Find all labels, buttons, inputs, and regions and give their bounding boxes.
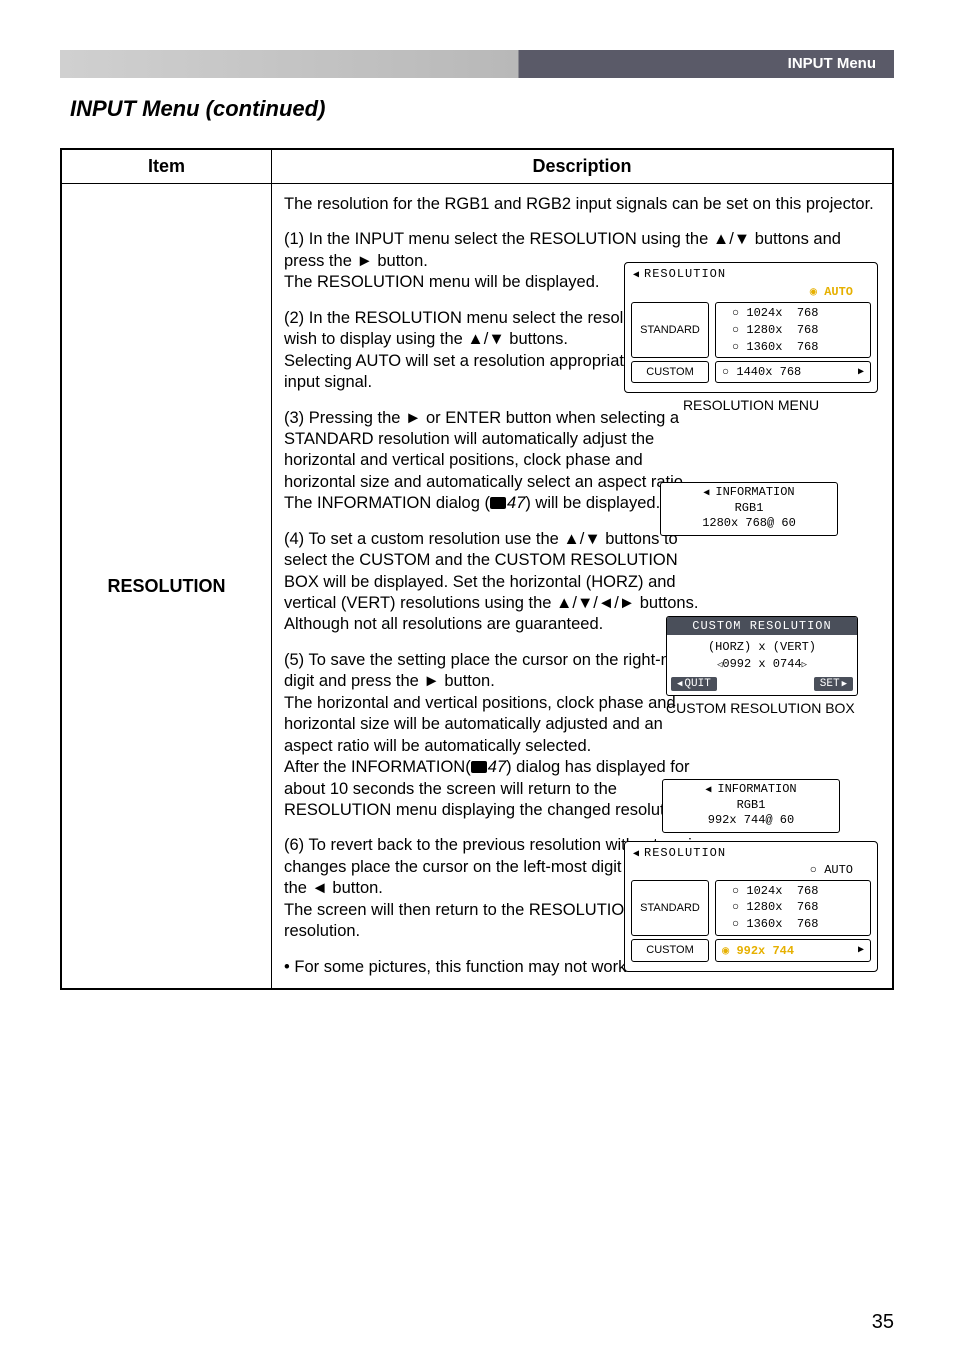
opt-custom-992: 992x 744: [722, 943, 794, 958]
book-icon: [471, 761, 487, 773]
book-icon: [490, 497, 506, 509]
cust-line1: (HORZ) x (VERT): [673, 639, 851, 656]
chevron-right-icon: ▶: [858, 366, 864, 378]
col-item-header: Item: [61, 149, 272, 184]
col-desc-header: Description: [272, 149, 894, 184]
opt-auto-2: AUTO: [810, 863, 853, 877]
info-title: INFORMATION: [669, 485, 829, 501]
item-label: RESOLUTION: [61, 184, 272, 990]
info-title-2: INFORMATION: [671, 782, 831, 798]
step3-text-b: ) will be displayed.: [525, 494, 660, 512]
custom-label-2: CUSTOM: [631, 939, 709, 962]
information-box-1: INFORMATION RGB1 1280x 768@ 60: [660, 482, 838, 536]
opt-1280-2: 1280x 768: [732, 900, 818, 914]
page-number: 35: [872, 1311, 894, 1334]
quit-button: QUIT: [671, 677, 717, 691]
opt-1280: 1280x 768: [732, 323, 818, 337]
step5-ref: 47: [488, 758, 506, 776]
info-source-2: RGB1: [671, 798, 831, 813]
header-menu-tag: INPUT Menu: [788, 55, 876, 72]
header-bar: INPUT Menu: [60, 50, 894, 78]
resolution-menu-figure-2: RESOLUTION AUTO STANDARD 1024x 768 1280x…: [624, 841, 878, 972]
panel-title: RESOLUTION: [631, 267, 871, 284]
set-button: SET: [814, 677, 853, 691]
chevron-right-icon: ▷: [802, 660, 807, 670]
step1-text-b: The RESOLUTION menu will be displayed.: [284, 272, 599, 293]
section-title: INPUT Menu (continued): [70, 96, 894, 122]
opt-1024: 1024x 768: [732, 306, 818, 320]
resolution-table: Item Description RESOLUTION The resoluti…: [60, 148, 894, 990]
step4-text-b: Although not all resolutions are guarant…: [284, 615, 603, 633]
description-cell: The resolution for the RGB1 and RGB2 inp…: [272, 184, 894, 990]
info-value: 1280x 768@ 60: [669, 516, 829, 531]
info-source: RGB1: [669, 501, 829, 516]
panel-title-2: RESOLUTION: [631, 846, 871, 863]
opt-1360: 1360x 768: [732, 340, 818, 354]
step5-text-a: (5) To save the setting place the cursor…: [284, 651, 696, 690]
opt-auto: AUTO: [631, 284, 871, 299]
step5-text-b: The horizontal and vertical positions, c…: [284, 694, 676, 755]
standard-label-2: STANDARD: [631, 880, 709, 936]
step4-text: (4) To set a custom resolution use the ▲…: [284, 530, 698, 612]
custom-label: CUSTOM: [631, 361, 709, 383]
step2-text-b: Selecting AUTO will set a resolution app…: [284, 352, 679, 391]
information-box-2: INFORMATION RGB1 992x 744@ 60: [662, 779, 840, 833]
chevron-right-icon: ▶: [858, 944, 864, 956]
caption-custom-box: CUSTOM RESOLUTION BOX: [666, 700, 858, 716]
step5-text-c-pre: After the INFORMATION(: [284, 758, 471, 776]
standard-label: STANDARD: [631, 302, 709, 358]
custom-resolution-box: CUSTOM RESOLUTION (HORZ) x (VERT) ◁0992 …: [666, 616, 858, 696]
opt-1360-2: 1360x 768: [732, 917, 818, 931]
info-value-2: 992x 744@ 60: [671, 813, 831, 828]
opt-custom-1440: 1440x 768: [722, 365, 801, 379]
caption-resolution-menu: RESOLUTION MENU: [624, 397, 878, 413]
step3-ref: 47: [507, 494, 525, 512]
opt-1024-2: 1024x 768: [732, 884, 818, 898]
cust-head: CUSTOM RESOLUTION: [667, 617, 857, 635]
resolution-menu-figure-1: RESOLUTION AUTO STANDARD 1024x 768 1280x…: [624, 262, 878, 393]
intro-text: The resolution for the RGB1 and RGB2 inp…: [284, 194, 880, 215]
cust-line2: 0992 x 0744: [722, 657, 801, 671]
